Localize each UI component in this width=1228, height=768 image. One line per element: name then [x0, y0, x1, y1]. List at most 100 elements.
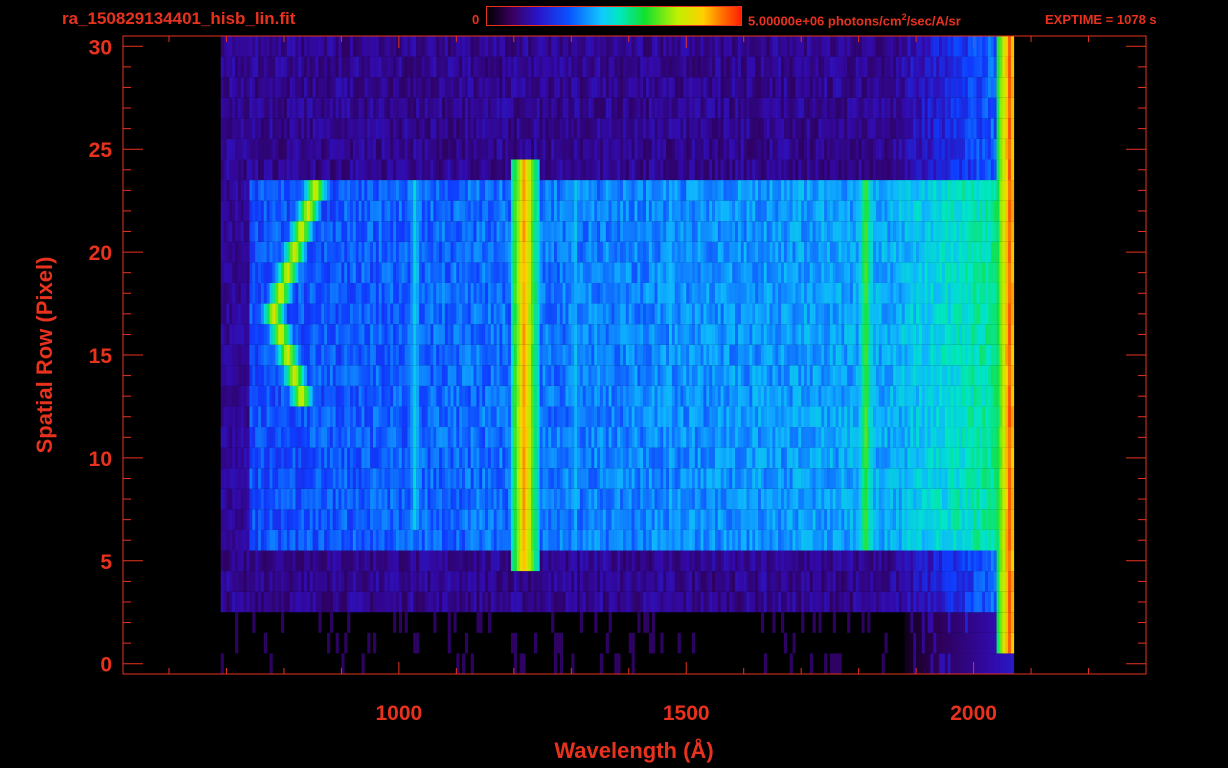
- heatmap-cell: [519, 529, 523, 551]
- heatmap-cell: [987, 632, 992, 654]
- heatmap-cell: [832, 488, 836, 510]
- heatmap-cell: [852, 365, 857, 386]
- heatmap-cell: [631, 591, 635, 613]
- heatmap-cell: [286, 447, 290, 469]
- heatmap-cell: [373, 385, 377, 407]
- heatmap-cell: [729, 468, 733, 489]
- heatmap-cell: [528, 571, 532, 592]
- heatmap-cell: [941, 406, 946, 428]
- heatmap-cell: [999, 344, 1003, 366]
- heatmap-cell: [562, 488, 566, 510]
- heatmap-cell: [634, 488, 638, 510]
- heatmap-cell: [801, 406, 805, 428]
- heatmap-cell: [723, 488, 727, 510]
- heatmap-cell: [418, 406, 423, 428]
- heatmap-cell: [907, 591, 911, 613]
- heatmap-cell: [605, 550, 609, 572]
- heatmap-cell: [844, 406, 848, 428]
- heatmap-cell: [677, 550, 681, 572]
- heatmap-cell: [735, 385, 739, 407]
- heatmap-cell: [973, 365, 977, 386]
- heatmap-cell: [485, 406, 489, 428]
- heatmap-cell: [531, 365, 535, 386]
- heatmap-cell: [712, 468, 716, 489]
- heatmap-cell: [499, 324, 503, 345]
- heatmap-cell: [847, 344, 851, 366]
- heatmap-cell: [542, 591, 546, 613]
- heatmap-cell: [979, 406, 983, 428]
- heatmap-cell: [470, 488, 474, 510]
- heatmap-cell: [430, 509, 434, 530]
- heatmap-cell: [769, 262, 773, 283]
- heatmap-cell: [689, 324, 693, 345]
- heatmap-cell: [505, 468, 509, 489]
- heatmap-cell: [812, 427, 816, 448]
- heatmap-cell: [953, 365, 957, 386]
- heatmap-cell: [752, 365, 756, 386]
- heatmap-cell: [749, 571, 753, 592]
- heatmap-cell: [473, 509, 477, 530]
- heatmap-cell: [614, 488, 618, 510]
- heatmap-cell: [996, 303, 1000, 325]
- heatmap-cell: [370, 303, 374, 325]
- heatmap-cell: [895, 365, 900, 386]
- heatmap-cell: [387, 365, 391, 386]
- heatmap-cell: [375, 447, 380, 469]
- heatmap-cell: [850, 468, 854, 489]
- heatmap-cell: [315, 447, 319, 469]
- heatmap-cell: [416, 262, 420, 283]
- heatmap-cell: [870, 385, 874, 407]
- heatmap-cell: [220, 591, 224, 613]
- heatmap-cell: [335, 262, 339, 283]
- heatmap-cell: [815, 427, 819, 448]
- heatmap-cell: [499, 529, 503, 551]
- heatmap-cell: [407, 385, 411, 407]
- heatmap-cell: [674, 282, 678, 304]
- heatmap-cell: [726, 468, 730, 489]
- heatmap-cell: [533, 509, 538, 530]
- heatmap-cell: [783, 509, 788, 530]
- heatmap-cell: [801, 385, 805, 407]
- heatmap-cell: [691, 447, 696, 469]
- heatmap-cell: [927, 509, 931, 530]
- heatmap-cell: [824, 653, 828, 674]
- heatmap-cell: [456, 282, 460, 304]
- heatmap-cell: [835, 571, 839, 592]
- heatmap-cell: [657, 406, 661, 428]
- heatmap-cell: [278, 468, 282, 489]
- heatmap-cell: [249, 303, 253, 325]
- heatmap-cell: [898, 282, 903, 304]
- heatmap-cell: [625, 324, 630, 345]
- heatmap-cell: [395, 468, 400, 489]
- heatmap-cell: [304, 282, 308, 304]
- heatmap-cell: [798, 571, 802, 592]
- heatmap-cell: [350, 282, 354, 304]
- heatmap-cell: [350, 262, 354, 283]
- heatmap-cell: [1010, 591, 1015, 613]
- heatmap-cell: [760, 406, 765, 428]
- heatmap-cell: [462, 468, 466, 489]
- heatmap-cell: [235, 262, 239, 283]
- heatmap-cell: [467, 282, 472, 304]
- heatmap-cell: [941, 468, 946, 489]
- heatmap-cell: [766, 385, 770, 407]
- heatmap-cell: [959, 571, 963, 592]
- heatmap-cell: [691, 591, 696, 613]
- heatmap-cell: [525, 509, 529, 530]
- heatmap-cell: [953, 529, 957, 551]
- heatmap-cell: [832, 529, 836, 551]
- heatmap-cell: [821, 262, 825, 283]
- heatmap-cell: [763, 529, 767, 551]
- heatmap-cell: [450, 571, 454, 592]
- heatmap-cell: [559, 262, 563, 283]
- heatmap-cell: [746, 262, 750, 283]
- heatmap-cell: [522, 468, 526, 489]
- heatmap-cell: [847, 550, 851, 572]
- heatmap-cell: [841, 550, 845, 572]
- heatmap-cell: [347, 324, 351, 345]
- heatmap-cell: [631, 447, 635, 469]
- heatmap-cell: [663, 324, 667, 345]
- heatmap-cell: [375, 571, 380, 592]
- heatmap-cell: [700, 509, 704, 530]
- heatmap-cell: [677, 365, 681, 386]
